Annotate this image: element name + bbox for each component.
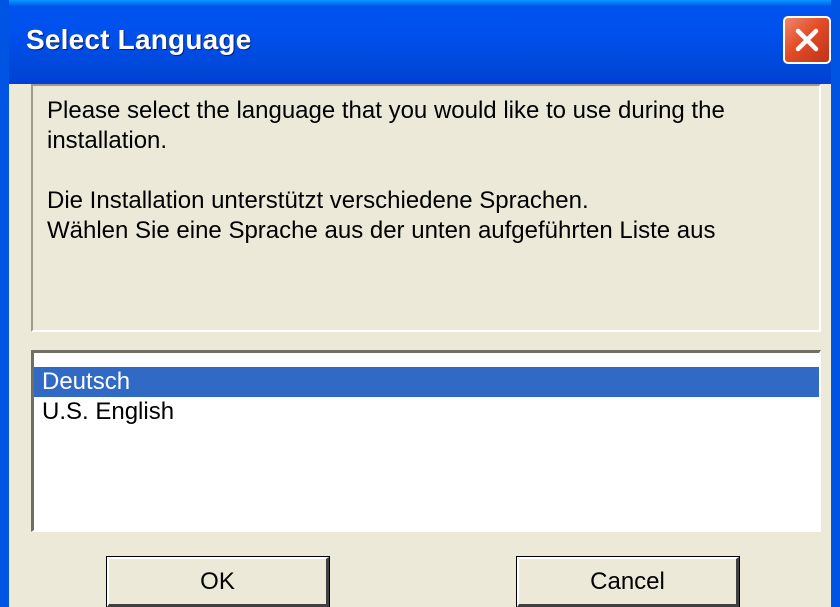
- select-language-dialog: Select Language Please select the langua…: [0, 0, 840, 607]
- instruction-text-english-line2: installation.: [47, 127, 168, 154]
- instruction-text-english-line1: Please select the language that you woul…: [47, 97, 725, 124]
- instructions-panel: Please select the language that you woul…: [31, 84, 821, 332]
- language-listbox[interactable]: Deutsch U.S. English: [31, 350, 821, 532]
- close-icon: [793, 26, 821, 54]
- ok-button[interactable]: OK: [106, 556, 330, 607]
- cancel-button[interactable]: Cancel: [516, 556, 740, 607]
- window-title: Select Language: [26, 24, 252, 55]
- instruction-text-german-line2: Wählen Sie eine Sprache aus der unten au…: [47, 217, 716, 244]
- instruction-text-german-line1: Die Installation unterstützt verschieden…: [47, 187, 589, 214]
- language-option-us-english[interactable]: U.S. English: [34, 397, 819, 427]
- language-option-deutsch[interactable]: Deutsch: [34, 367, 819, 397]
- close-button[interactable]: [783, 16, 831, 64]
- title-bar[interactable]: Select Language: [9, 0, 831, 84]
